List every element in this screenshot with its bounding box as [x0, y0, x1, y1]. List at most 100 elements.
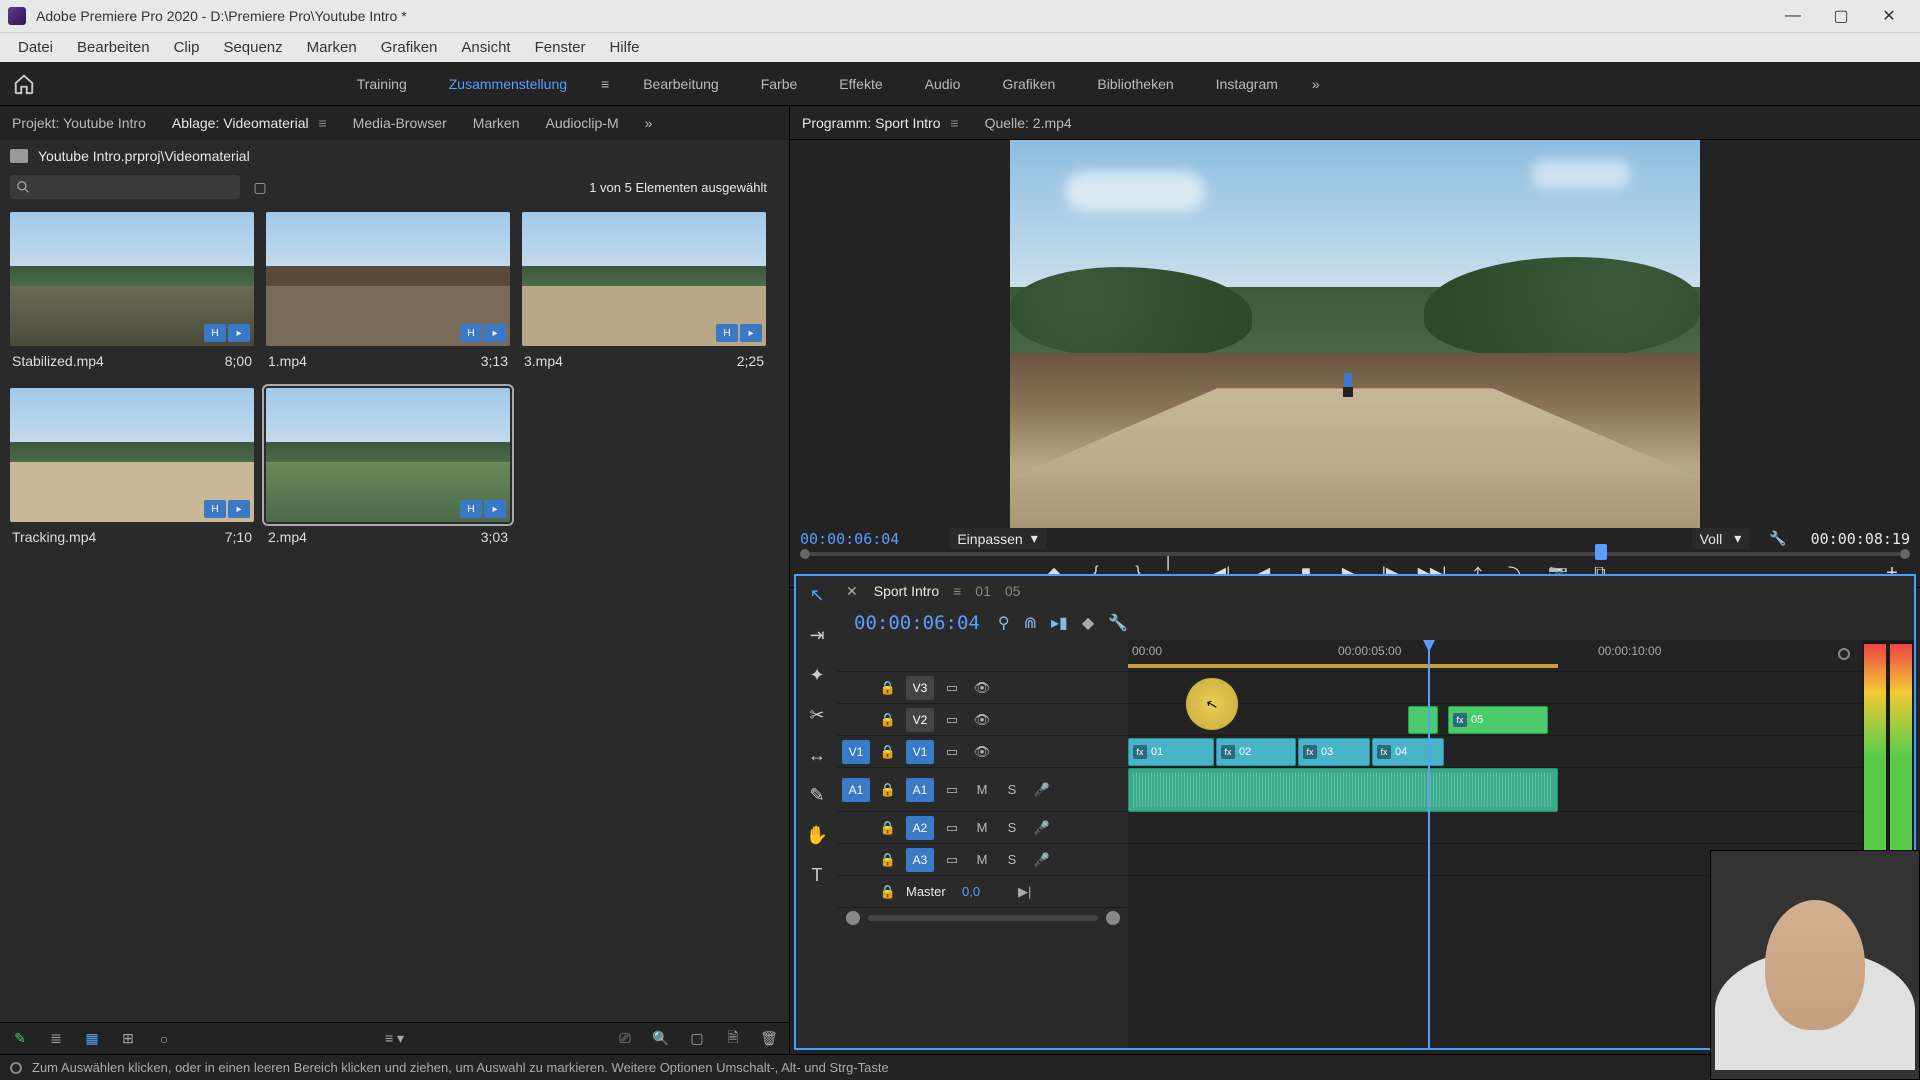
menu-grafiken[interactable]: Grafiken: [371, 35, 448, 60]
clip-card[interactable]: H▸ Tracking.mp47;10: [10, 388, 254, 552]
workspace-training[interactable]: Training: [339, 70, 425, 98]
zoom-handle-r[interactable]: [1106, 911, 1120, 925]
mute-button[interactable]: M: [970, 816, 994, 840]
solo-button[interactable]: S: [1000, 848, 1024, 872]
minimize-button[interactable]: —: [1770, 0, 1816, 32]
lock-icon[interactable]: 🔒: [876, 708, 900, 732]
program-timecode[interactable]: 00:00:06:04: [800, 530, 899, 548]
trash-icon[interactable]: 🗑: [759, 1029, 779, 1049]
automate-icon[interactable]: ⎚: [615, 1029, 635, 1049]
track-v3[interactable]: V3: [906, 676, 934, 700]
menu-sequenz[interactable]: Sequenz: [213, 35, 292, 60]
lock-icon[interactable]: 🔒: [876, 880, 900, 904]
menu-ansicht[interactable]: Ansicht: [451, 35, 520, 60]
program-menu-icon[interactable]: ≡: [950, 115, 958, 131]
settings-tl-icon[interactable]: 🔧: [1108, 613, 1128, 633]
tab-overflow-icon[interactable]: »: [641, 109, 657, 137]
freeform-view-icon[interactable]: ⊞: [118, 1029, 138, 1049]
sync-icon[interactable]: ▭: [940, 848, 964, 872]
hand-tool[interactable]: ✋: [804, 822, 830, 848]
lock-icon[interactable]: 🔒: [876, 816, 900, 840]
menu-clip[interactable]: Clip: [164, 35, 210, 60]
src-v1[interactable]: V1: [842, 740, 870, 764]
eye-icon[interactable]: 👁: [970, 676, 994, 700]
maximize-button[interactable]: ▢: [1818, 0, 1864, 32]
track-v2[interactable]: V2: [906, 708, 934, 732]
marker-tl-icon[interactable]: ◆: [1082, 613, 1094, 633]
workspace-effekte[interactable]: Effekte: [821, 70, 900, 98]
lock-icon[interactable]: 🔒: [876, 848, 900, 872]
sync-icon[interactable]: ▭: [940, 740, 964, 764]
panel-menu-icon[interactable]: ≡: [315, 115, 327, 131]
bin-grid[interactable]: H▸ Stabilized.mp48;00 H▸ 1.mp43;13 H▸ 3.…: [0, 202, 789, 1022]
work-area-bar[interactable]: [1128, 664, 1558, 668]
workspace-bearbeitung[interactable]: Bearbeitung: [625, 70, 737, 98]
link-icon[interactable]: ⋒: [1024, 613, 1037, 633]
eye-icon[interactable]: 👁: [970, 740, 994, 764]
new-item-icon[interactable]: 🗎: [723, 1029, 743, 1049]
track-a3[interactable]: A3: [906, 848, 934, 872]
voice-record-icon[interactable]: 🎤: [1030, 778, 1054, 802]
home-icon[interactable]: [10, 70, 38, 98]
clip-card[interactable]: H▸ Stabilized.mp48;00: [10, 212, 254, 376]
settings-toggle-icon[interactable]: [1838, 648, 1850, 660]
sync-icon[interactable]: ▭: [940, 778, 964, 802]
track-v1[interactable]: V1: [906, 740, 934, 764]
out-icon[interactable]: ▶|: [1018, 884, 1031, 900]
ripple-tool[interactable]: ✦: [804, 662, 830, 688]
master-val[interactable]: 0,0: [962, 884, 1012, 899]
bin-icon[interactable]: [10, 149, 28, 163]
icon-view-icon[interactable]: ▦: [82, 1029, 102, 1049]
voice-record-icon[interactable]: 🎤: [1030, 816, 1054, 840]
new-bin-icon[interactable]: ▢: [250, 177, 270, 197]
program-scrubber[interactable]: [810, 552, 1900, 556]
resolution-dropdown[interactable]: Voll ▾: [1692, 528, 1750, 549]
tab-project[interactable]: Projekt: Youtube Intro: [8, 109, 150, 137]
tab-bin[interactable]: Ablage: Videomaterial ≡: [168, 109, 331, 137]
workspace-instagram[interactable]: Instagram: [1198, 70, 1296, 98]
scrub-start-handle[interactable]: [800, 549, 810, 559]
program-monitor[interactable]: [1010, 140, 1700, 528]
workspace-bibliotheken[interactable]: Bibliotheken: [1079, 70, 1191, 98]
lock-icon[interactable]: 🔒: [876, 740, 900, 764]
timeline-audio-clip[interactable]: [1128, 768, 1558, 812]
workspace-zusammenstellung[interactable]: Zusammenstellung: [431, 70, 585, 98]
write-icon[interactable]: ✎: [10, 1029, 30, 1049]
tab-source[interactable]: Quelle: 2.mp4: [981, 109, 1076, 137]
mute-button[interactable]: M: [970, 778, 994, 802]
lock-icon[interactable]: 🔒: [876, 778, 900, 802]
eye-icon[interactable]: 👁: [970, 708, 994, 732]
timeline-timecode[interactable]: 00:00:06:04: [854, 612, 980, 634]
menu-datei[interactable]: Datei: [8, 35, 63, 60]
find-icon[interactable]: 🔍: [651, 1029, 671, 1049]
close-button[interactable]: ✕: [1866, 0, 1912, 32]
tab-audioclip[interactable]: Audioclip-M: [541, 109, 622, 137]
scrub-end-handle[interactable]: [1900, 549, 1910, 559]
timeline-clip[interactable]: fx01: [1128, 738, 1214, 766]
sync-icon[interactable]: ▭: [940, 816, 964, 840]
new-bin-bottom-icon[interactable]: ▢: [687, 1029, 707, 1049]
menu-marken[interactable]: Marken: [297, 35, 367, 60]
track-a2[interactable]: A2: [906, 816, 934, 840]
type-tool[interactable]: T: [804, 862, 830, 888]
razor-tool[interactable]: ✂: [804, 702, 830, 728]
menu-hilfe[interactable]: Hilfe: [599, 35, 649, 60]
workspace-audio[interactable]: Audio: [907, 70, 979, 98]
timeline-clip[interactable]: fx05: [1448, 706, 1548, 734]
timeline-clip[interactable]: [1408, 706, 1438, 734]
clip-card[interactable]: H▸ 3.mp42;25: [522, 212, 766, 376]
zoom-track[interactable]: [868, 915, 1098, 921]
workspace-menu-icon[interactable]: ≡: [591, 70, 619, 98]
workspace-overflow-icon[interactable]: »: [1302, 70, 1330, 98]
insert-icon[interactable]: ▸▮: [1051, 613, 1068, 633]
zoom-slider-icon[interactable]: ≡ ▾: [385, 1029, 405, 1049]
workspace-grafiken[interactable]: Grafiken: [984, 70, 1073, 98]
playhead-marker[interactable]: [1595, 544, 1607, 560]
sort-icon[interactable]: ○: [154, 1029, 174, 1049]
tab-markers[interactable]: Marken: [469, 109, 524, 137]
solo-button[interactable]: S: [1000, 778, 1024, 802]
clip-card[interactable]: H▸ 2.mp43;03: [266, 388, 510, 552]
timeline-clip[interactable]: fx02: [1216, 738, 1296, 766]
voice-record-icon[interactable]: 🎤: [1030, 848, 1054, 872]
seq-tab-01[interactable]: 01: [975, 583, 991, 599]
